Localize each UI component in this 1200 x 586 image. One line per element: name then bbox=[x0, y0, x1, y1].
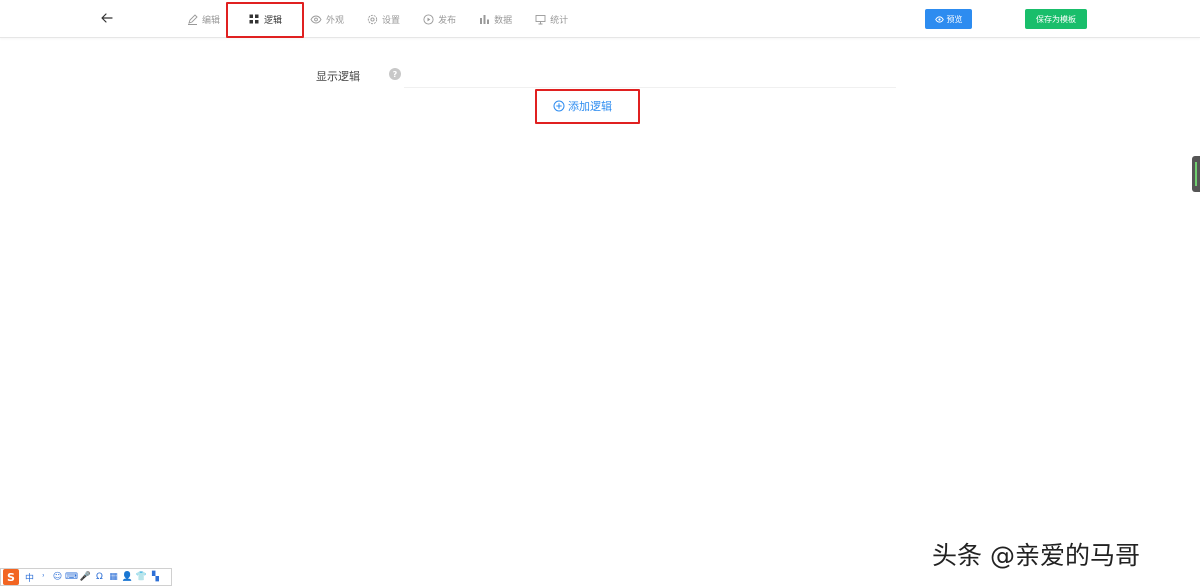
ime-item[interactable]: ▚ bbox=[149, 570, 162, 584]
display-logic-label: 显示逻辑 bbox=[316, 70, 360, 83]
tab-appearance[interactable]: 外观 bbox=[310, 0, 344, 38]
bar-chart-icon bbox=[478, 13, 490, 25]
save-as-template-button[interactable]: 保存为模板 bbox=[1025, 9, 1087, 29]
pencil-icon bbox=[186, 13, 198, 25]
save-template-button-label: 保存为模板 bbox=[1036, 14, 1076, 24]
tab-settings[interactable]: 设置 bbox=[366, 0, 400, 38]
tab-label: 编辑 bbox=[202, 15, 221, 26]
main-tabs: 编辑 逻辑 外观 设置 发布 数据 统计 bbox=[186, 0, 590, 38]
ime-logo-icon[interactable]: S bbox=[3, 569, 19, 585]
tab-publish[interactable]: 发布 bbox=[422, 0, 456, 38]
tab-logic[interactable]: 逻辑 bbox=[248, 0, 282, 38]
side-panel-handle[interactable] bbox=[1192, 156, 1200, 192]
presentation-icon bbox=[534, 13, 546, 25]
watermark-text: 头条 @亲爱的马哥 bbox=[932, 541, 1140, 570]
help-icon[interactable]: ? bbox=[389, 68, 401, 80]
tab-label: 外观 bbox=[326, 15, 345, 26]
play-icon bbox=[422, 13, 434, 25]
tab-label: 数据 bbox=[494, 15, 513, 26]
ime-toolbar: S 中 ˒ ☺ ⌨ 🎤 Ω ▦ 👤 👕 ▚ bbox=[0, 568, 172, 586]
ime-item[interactable]: ☺ bbox=[51, 570, 64, 584]
ime-item[interactable]: 👕 bbox=[135, 570, 148, 584]
preview-button[interactable]: 预览 bbox=[925, 9, 972, 29]
gear-icon bbox=[366, 13, 378, 25]
eye-icon bbox=[934, 15, 944, 23]
ime-item[interactable]: ▦ bbox=[107, 570, 120, 584]
tab-data[interactable]: 数据 bbox=[478, 0, 512, 38]
ime-item[interactable]: Ω bbox=[93, 570, 106, 584]
eye-icon bbox=[310, 13, 322, 25]
tab-label: 发布 bbox=[438, 15, 457, 26]
section-divider bbox=[404, 87, 896, 88]
tab-statistics[interactable]: 统计 bbox=[534, 0, 568, 38]
tab-label: 统计 bbox=[550, 15, 569, 26]
preview-button-label: 预览 bbox=[946, 14, 963, 24]
tab-label: 逻辑 bbox=[264, 15, 283, 26]
back-arrow-icon[interactable] bbox=[98, 9, 116, 27]
tab-label: 设置 bbox=[382, 15, 401, 26]
tab-edit[interactable]: 编辑 bbox=[186, 0, 220, 38]
plus-circle-icon bbox=[553, 100, 565, 112]
ime-item[interactable]: 中 bbox=[23, 570, 36, 584]
ime-item[interactable]: ˒ bbox=[37, 570, 50, 584]
top-bar: 编辑 逻辑 外观 设置 发布 数据 统计 预览 保存为模板 bbox=[0, 0, 1200, 38]
grid-icon bbox=[248, 13, 260, 25]
add-logic-label: 添加逻辑 bbox=[568, 100, 612, 113]
ime-item[interactable]: 👤 bbox=[121, 570, 134, 584]
add-logic-button[interactable]: 添加逻辑 bbox=[553, 98, 612, 114]
ime-item[interactable]: 🎤 bbox=[79, 570, 92, 584]
ime-item[interactable]: ⌨ bbox=[65, 570, 78, 584]
